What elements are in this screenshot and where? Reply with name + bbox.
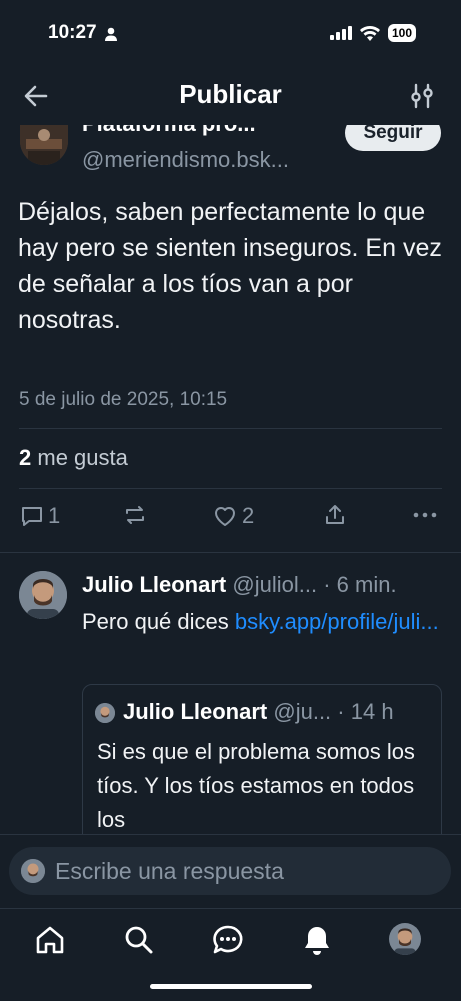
heart-icon [215,507,235,526]
search-icon[interactable] [122,923,156,957]
reply-handle[interactable]: @juliol... [232,572,317,597]
comment-icon [22,507,42,526]
reply-author-name[interactable]: Julio Lleonart [82,572,226,597]
share-icon [326,505,344,524]
post-actions: 1 2 [18,503,442,537]
reply-composer: Escribe una respuesta [0,834,461,909]
repost-button[interactable] [122,503,148,527]
divider [19,488,442,489]
op-display-name[interactable]: Plataforma pro... [82,125,256,137]
likes-count: 2 [19,445,32,470]
reply-button[interactable]: 1 [20,503,60,529]
signal-icon [330,26,352,40]
home-icon[interactable] [33,923,67,957]
quote-avatar [95,703,115,723]
post-date: 5 de julio de 2025, 10:15 [19,389,228,410]
op-handle[interactable]: @meriendismo.bsk... [82,147,289,173]
page-title: Publicar [179,79,282,109]
profile-avatar[interactable] [389,923,421,955]
bell-icon[interactable] [300,923,334,957]
reply-body: Pero qué dices [82,609,235,634]
filter-sliders-icon[interactable] [406,80,438,112]
post-text: Déjalos, saben perfectamente lo que hay … [18,198,442,334]
quote-time: · 14 h [337,699,394,724]
divider [19,428,442,429]
battery-indicator: 100 [388,24,417,42]
person-icon [105,27,117,41]
reply-avatar[interactable] [19,571,67,619]
more-icon [413,512,437,518]
follow-button[interactable]: Seguir [345,125,441,151]
more-button[interactable] [412,503,438,527]
home-indicator [150,984,312,989]
composer-avatar [21,859,45,883]
original-post-header: Plataforma pro... @meriendismo.bsk... Se… [0,125,461,185]
chat-icon[interactable] [211,923,245,957]
status-time: 10:27 [48,22,97,43]
like-count: 2 [242,503,255,528]
reply-link[interactable]: bsky.app/​profile/juli... [235,609,439,634]
reply-placeholder: Escribe una respuesta [55,858,284,884]
quote-text: Si es que el problema somos los tíos. Y … [97,739,415,832]
like-button[interactable]: 2 [212,503,254,529]
repost-icon [126,506,144,524]
quote-header: Julio Lleonart @ju... · 14 h [123,699,394,725]
divider [0,552,461,553]
share-button[interactable] [323,503,347,527]
wifi-icon [360,25,380,41]
reply-time: · 6 min. [323,572,397,597]
quote-handle: @ju... [273,699,332,724]
quote-author-name: Julio Lleonart [123,699,268,724]
reply-input[interactable]: Escribe una respuesta [9,847,451,895]
likes-summary[interactable]: 2 me gusta [19,445,128,471]
reply-count: 1 [48,503,61,528]
op-avatar[interactable] [20,125,68,165]
reply-text: Pero qué dices bsky.app/​profile/juli... [82,606,442,638]
reply-header: Julio Lleonart @juliol... · 6 min. [82,572,397,598]
likes-label: me gusta [37,445,128,470]
